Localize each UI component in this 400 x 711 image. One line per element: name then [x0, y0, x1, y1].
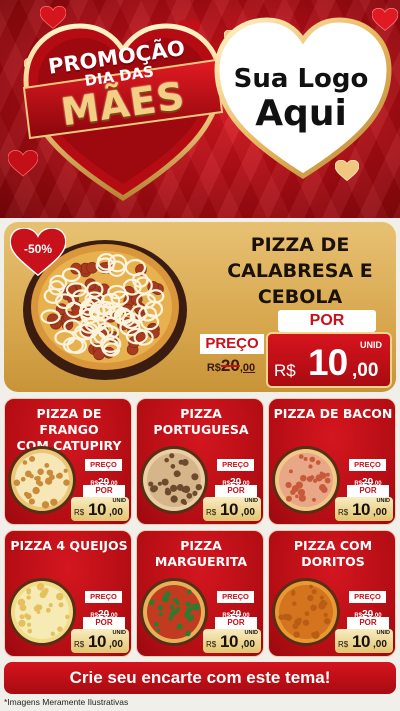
featured-new-price: UNID R$ 10 ,00 — [266, 332, 392, 388]
pizza-image — [272, 446, 340, 514]
header-banner: PROMOÇÃO DIA DAS MÃES Sua Logo Aqui — [0, 0, 400, 218]
card-preco-label: PREÇO — [349, 459, 386, 471]
new-price-value: 10 — [352, 500, 370, 519]
new-price-currency: R$ — [74, 508, 85, 517]
discount-badge: -50% — [9, 227, 67, 278]
product-card[interactable]: PIZZA PORTUGUESA PREÇO R$20,00 POR UNID R… — [136, 398, 264, 525]
card-por-label: POR — [83, 485, 125, 497]
card-name-line-2: MARGUERITA — [154, 554, 248, 569]
unit-label: UNID — [244, 498, 258, 504]
card-new-price: UNID R$ 10 ,00 — [71, 497, 129, 521]
product-card[interactable]: PIZZA DE BACON PREÇO R$20,00 POR UNID R$… — [268, 398, 396, 525]
card-name-line-1: PIZZA DE BACON — [273, 406, 393, 421]
card-por-label: POR — [215, 485, 257, 497]
disclaimer-text: *Imagens Meramente Ilustrativas — [4, 697, 129, 707]
featured-old-price: R$20,00 — [196, 356, 266, 382]
pizza-image — [140, 578, 208, 646]
featured-name-line-3: CEBOLA — [257, 286, 343, 308]
logo-placeholder: Sua Logo Aqui — [221, 64, 381, 134]
card-product-name: PIZZA PORTUGUESA — [141, 406, 261, 438]
new-price-cents: ,00 — [373, 639, 387, 650]
new-price-value: 10 — [88, 632, 106, 651]
card-product-name: PIZZA MARGUERITA — [141, 538, 261, 570]
card-name-line-1: PIZZA DE FRANGO — [36, 406, 102, 437]
card-new-price: UNID R$ 10 ,00 — [203, 497, 261, 521]
pizza-image — [140, 446, 208, 514]
new-price-cents: ,00 — [109, 507, 123, 518]
card-preco-label: PREÇO — [85, 591, 122, 603]
new-price-currency: R$ — [74, 640, 85, 649]
product-card[interactable]: PIZZA MARGUERITA PREÇO R$20,00 POR UNID R… — [136, 530, 264, 657]
new-price-cents: ,00 — [373, 507, 387, 518]
card-new-price: UNID R$ 10 ,00 — [71, 629, 129, 653]
card-por-label: POR — [347, 485, 389, 497]
pizza-image — [8, 578, 76, 646]
new-price-value: 10 — [88, 500, 106, 519]
card-product-name: PIZZA 4 QUEIJOS — [9, 538, 129, 554]
new-price-cents: ,00 — [241, 507, 255, 518]
new-price-currency: R$ — [274, 361, 296, 380]
cta-button[interactable]: Crie seu encarte com este tema! — [4, 662, 396, 694]
featured-name-line-2: CALABRESA E — [227, 260, 373, 282]
card-preco-label: PREÇO — [349, 591, 386, 603]
new-price-currency: R$ — [206, 640, 217, 649]
card-name-line-2: PORTUGUESA — [153, 422, 249, 437]
new-price-currency: R$ — [338, 508, 349, 517]
old-price-currency: R$ — [206, 362, 221, 374]
featured-preco-label: PREÇO — [200, 334, 264, 354]
unit-label: UNID — [244, 630, 258, 636]
new-price-cents: ,00 — [109, 639, 123, 650]
new-price-value: 10 — [308, 342, 348, 383]
logo-text-line-2: Aqui — [255, 93, 347, 134]
card-preco-label: PREÇO — [217, 591, 254, 603]
featured-name-line-1: PIZZA DE — [250, 234, 350, 256]
new-price-currency: R$ — [206, 508, 217, 517]
featured-por-label: POR — [278, 310, 376, 332]
old-price-value: 20 — [220, 356, 240, 375]
unit-label: UNID — [360, 340, 382, 350]
new-price-cents: ,00 — [241, 639, 255, 650]
card-por-label: POR — [83, 617, 125, 629]
product-card[interactable]: PIZZA DE FRANGO COM CATUPIRY PREÇO R$20,0… — [4, 398, 132, 525]
product-card[interactable]: PIZZA 4 QUEIJOS PREÇO R$20,00 POR UNID R… — [4, 530, 132, 657]
card-name-line-1: PIZZA — [180, 538, 222, 553]
unit-label: UNID — [376, 498, 390, 504]
pizza-image — [272, 578, 340, 646]
card-product-name: PIZZA DE BACON — [273, 406, 393, 422]
new-price-value: 10 — [220, 500, 238, 519]
card-new-price: UNID R$ 10 ,00 — [203, 629, 261, 653]
featured-product-name: PIZZA DE CALABRESA E CEBOLA — [218, 232, 382, 310]
old-price-cents: ,00 — [239, 362, 256, 374]
unit-label: UNID — [112, 498, 126, 504]
new-price-currency: R$ — [338, 640, 349, 649]
card-preco-label: PREÇO — [217, 459, 254, 471]
pizza-image — [8, 446, 76, 514]
card-name-line-1: PIZZA COM — [293, 538, 373, 553]
product-card[interactable]: PIZZA COM DORITOS PREÇO R$20,00 POR UNID … — [268, 530, 396, 657]
card-por-label: POR — [215, 617, 257, 629]
card-name-line-1: PIZZA 4 QUEIJOS — [10, 538, 128, 553]
card-name-line-1: PIZZA — [180, 406, 222, 421]
card-product-name: PIZZA COM DORITOS — [273, 538, 393, 570]
card-new-price: UNID R$ 10 ,00 — [335, 629, 393, 653]
card-new-price: UNID R$ 10 ,00 — [335, 497, 393, 521]
new-price-value: 10 — [352, 632, 370, 651]
unit-label: UNID — [112, 630, 126, 636]
discount-label: -50% — [23, 242, 52, 256]
card-name-line-2: DORITOS — [301, 554, 365, 569]
card-por-label: POR — [347, 617, 389, 629]
logo-text-line-1: Sua Logo — [233, 64, 369, 94]
new-price-cents: ,00 — [352, 360, 379, 381]
card-preco-label: PREÇO — [85, 459, 122, 471]
unit-label: UNID — [376, 630, 390, 636]
new-price-value: 10 — [220, 632, 238, 651]
